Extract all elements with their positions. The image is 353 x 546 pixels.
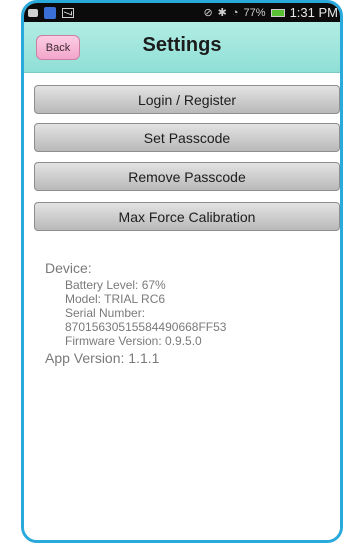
device-heading: Device:: [45, 260, 92, 276]
set-passcode-button[interactable]: Set Passcode: [34, 123, 340, 152]
signal-text: 77%: [243, 6, 266, 19]
system-icons: ⊘ ✱ ◔ 77% 1:31 PM: [203, 5, 340, 20]
login-register-button[interactable]: Login / Register: [34, 85, 340, 114]
firmware-version: Firmware Version: 0.9.5.0: [65, 334, 202, 348]
message-icon: [62, 7, 74, 18]
device-info: Device: Battery Level: 67% Model: TRIAL …: [45, 260, 226, 366]
remove-passcode-button[interactable]: Remove Passcode: [34, 162, 340, 191]
notification-dot-icon: [28, 8, 38, 17]
max-force-calibration-button[interactable]: Max Force Calibration: [34, 202, 340, 231]
app-notification-icon: [44, 6, 56, 19]
bluetooth-icon: ✱: [217, 7, 227, 19]
title-bar: Back Settings: [24, 22, 340, 73]
clock: 1:31 PM: [289, 5, 338, 20]
wifi-icon: ◔: [231, 6, 239, 19]
page-title: Settings: [142, 34, 222, 56]
battery-icon: [270, 8, 285, 17]
status-bar: ⊘ ✱ ◔ 77% 1:31 PM: [24, 3, 340, 22]
app-version: App Version: 1.1.1: [45, 350, 160, 366]
phone-frame: ⊘ ✱ ◔ 77% 1:31 PM Back Settings Login / …: [21, 0, 343, 543]
mute-icon: ⊘: [203, 7, 213, 19]
notification-icons: [24, 6, 74, 19]
serial-number-label: Serial Number:: [65, 306, 146, 320]
serial-number-value: 8701563051558449066​8FF53: [65, 320, 227, 334]
settings-content: Login / Register Set Passcode Remove Pas…: [24, 73, 340, 540]
battery-level: Battery Level: 67%: [65, 278, 166, 292]
model: Model: TRIAL RC6: [65, 292, 166, 306]
